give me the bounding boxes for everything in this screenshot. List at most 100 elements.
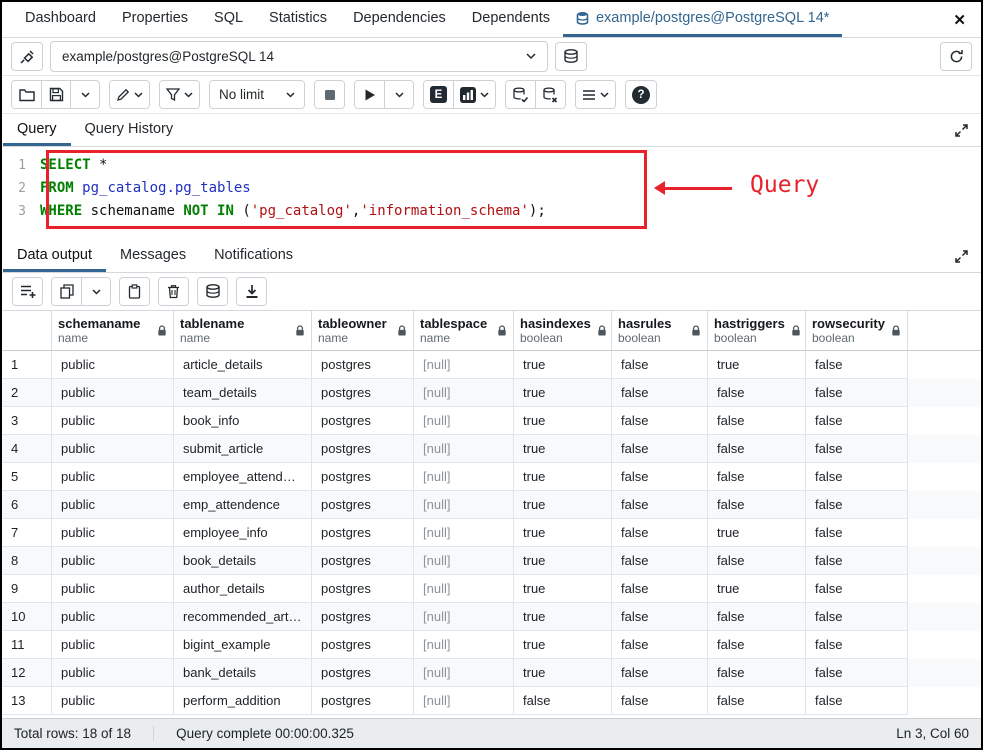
cell-hasindexes[interactable]: true bbox=[514, 547, 612, 575]
cell-schemaname[interactable]: public bbox=[52, 603, 174, 631]
cell-rowsecurity[interactable]: false bbox=[806, 547, 908, 575]
cell-tablename[interactable]: book_details bbox=[174, 547, 312, 575]
column-header-rowsecurity[interactable]: rowsecurityboolean bbox=[806, 311, 908, 351]
cell-tableowner[interactable]: postgres bbox=[312, 351, 414, 379]
cell-rowsecurity[interactable]: false bbox=[806, 603, 908, 631]
cell-hasindexes[interactable]: true bbox=[514, 407, 612, 435]
cell-schemaname[interactable]: public bbox=[52, 631, 174, 659]
row-number[interactable]: 8 bbox=[2, 547, 52, 575]
cell-tablespace[interactable]: [null] bbox=[414, 547, 514, 575]
cell-hasindexes[interactable]: true bbox=[514, 575, 612, 603]
cell-hasrules[interactable]: false bbox=[612, 687, 708, 715]
tab-notifications[interactable]: Notifications bbox=[200, 240, 307, 272]
help-button[interactable]: ? bbox=[626, 81, 656, 108]
paste-button[interactable] bbox=[120, 278, 149, 305]
execute-button[interactable] bbox=[355, 81, 384, 108]
cell-tableowner[interactable]: postgres bbox=[312, 435, 414, 463]
cell-tablename[interactable]: book_info bbox=[174, 407, 312, 435]
cell-hasrules[interactable]: false bbox=[612, 407, 708, 435]
filter-button[interactable] bbox=[160, 81, 199, 108]
cell-tableowner[interactable]: postgres bbox=[312, 687, 414, 715]
cell-tablespace[interactable]: [null] bbox=[414, 687, 514, 715]
cell-tablename[interactable]: perform_addition bbox=[174, 687, 312, 715]
cell-tableowner[interactable]: postgres bbox=[312, 659, 414, 687]
cell-hastriggers[interactable]: false bbox=[708, 631, 806, 659]
cell-tableowner[interactable]: postgres bbox=[312, 519, 414, 547]
cell-rowsecurity[interactable]: false bbox=[806, 659, 908, 687]
cell-rowsecurity[interactable]: false bbox=[806, 491, 908, 519]
connection-status-button[interactable] bbox=[11, 42, 43, 71]
row-limit-select[interactable]: No limit bbox=[210, 81, 304, 108]
cell-hastriggers[interactable]: true bbox=[708, 351, 806, 379]
save-button[interactable] bbox=[41, 81, 70, 108]
row-number[interactable]: 12 bbox=[2, 659, 52, 687]
cell-tablespace[interactable]: [null] bbox=[414, 603, 514, 631]
expand-output-icon[interactable] bbox=[942, 240, 981, 272]
cell-tableowner[interactable]: postgres bbox=[312, 547, 414, 575]
cell-tablename[interactable]: emp_attendence bbox=[174, 491, 312, 519]
row-number[interactable]: 7 bbox=[2, 519, 52, 547]
column-header-tablespace[interactable]: tablespacename bbox=[414, 311, 514, 351]
cell-hasrules[interactable]: false bbox=[612, 491, 708, 519]
row-number[interactable]: 9 bbox=[2, 575, 52, 603]
row-number[interactable]: 1 bbox=[2, 351, 52, 379]
cell-tableowner[interactable]: postgres bbox=[312, 463, 414, 491]
cell-hastriggers[interactable]: false bbox=[708, 687, 806, 715]
cell-hasindexes[interactable]: true bbox=[514, 659, 612, 687]
tab-query[interactable]: Query bbox=[3, 114, 71, 146]
connection-select[interactable]: example/postgres@PostgreSQL 14 bbox=[50, 41, 548, 72]
save-data-button[interactable] bbox=[198, 278, 227, 305]
cell-hastriggers[interactable]: false bbox=[708, 659, 806, 687]
delete-row-button[interactable] bbox=[159, 278, 188, 305]
cell-schemaname[interactable]: public bbox=[52, 407, 174, 435]
column-header-hastriggers[interactable]: hastriggersboolean bbox=[708, 311, 806, 351]
commit-button[interactable] bbox=[506, 81, 535, 108]
cell-hastriggers[interactable]: false bbox=[708, 407, 806, 435]
tab-messages[interactable]: Messages bbox=[106, 240, 200, 272]
download-csv-button[interactable] bbox=[237, 278, 266, 305]
cell-rowsecurity[interactable]: false bbox=[806, 351, 908, 379]
sql-line[interactable]: 1SELECT * bbox=[2, 154, 981, 177]
cell-hasindexes[interactable]: true bbox=[514, 603, 612, 631]
cell-tablename[interactable]: author_details bbox=[174, 575, 312, 603]
cell-tablespace[interactable]: [null] bbox=[414, 659, 514, 687]
grid-select-all[interactable] bbox=[2, 311, 52, 351]
cell-tablespace[interactable]: [null] bbox=[414, 491, 514, 519]
cell-hasrules[interactable]: false bbox=[612, 659, 708, 687]
save-dropdown-button[interactable] bbox=[70, 81, 99, 108]
cell-rowsecurity[interactable]: false bbox=[806, 435, 908, 463]
add-row-button[interactable] bbox=[13, 278, 42, 305]
execute-dropdown-button[interactable] bbox=[384, 81, 413, 108]
cell-hastriggers[interactable]: false bbox=[708, 491, 806, 519]
cell-schemaname[interactable]: public bbox=[52, 659, 174, 687]
row-number[interactable]: 5 bbox=[2, 463, 52, 491]
cell-hasrules[interactable]: false bbox=[612, 435, 708, 463]
cell-tableowner[interactable]: postgres bbox=[312, 379, 414, 407]
cell-hasindexes[interactable]: true bbox=[514, 435, 612, 463]
cell-hasrules[interactable]: false bbox=[612, 631, 708, 659]
cell-tableowner[interactable]: postgres bbox=[312, 603, 414, 631]
cell-schemaname[interactable]: public bbox=[52, 463, 174, 491]
cell-hasrules[interactable]: false bbox=[612, 575, 708, 603]
cell-schemaname[interactable]: public bbox=[52, 491, 174, 519]
cell-hasrules[interactable]: false bbox=[612, 463, 708, 491]
tab-query-tool[interactable]: example/postgres@PostgreSQL 14* bbox=[563, 2, 842, 37]
expand-editor-icon[interactable] bbox=[942, 114, 981, 146]
cell-tablespace[interactable]: [null] bbox=[414, 575, 514, 603]
column-header-hasrules[interactable]: hasrulesboolean bbox=[612, 311, 708, 351]
tab-query-history[interactable]: Query History bbox=[71, 114, 188, 146]
cell-hasindexes[interactable]: true bbox=[514, 631, 612, 659]
cell-rowsecurity[interactable]: false bbox=[806, 379, 908, 407]
cell-hasrules[interactable]: false bbox=[612, 603, 708, 631]
cell-hasindexes[interactable]: true bbox=[514, 351, 612, 379]
cell-tablespace[interactable]: [null] bbox=[414, 435, 514, 463]
cell-hasrules[interactable]: false bbox=[612, 379, 708, 407]
tab-sql[interactable]: SQL bbox=[201, 2, 256, 37]
cell-hasindexes[interactable]: true bbox=[514, 463, 612, 491]
cell-hastriggers[interactable]: true bbox=[708, 519, 806, 547]
cell-tableowner[interactable]: postgres bbox=[312, 407, 414, 435]
cell-tablespace[interactable]: [null] bbox=[414, 463, 514, 491]
cell-tablespace[interactable]: [null] bbox=[414, 351, 514, 379]
row-number[interactable]: 2 bbox=[2, 379, 52, 407]
cell-schemaname[interactable]: public bbox=[52, 435, 174, 463]
